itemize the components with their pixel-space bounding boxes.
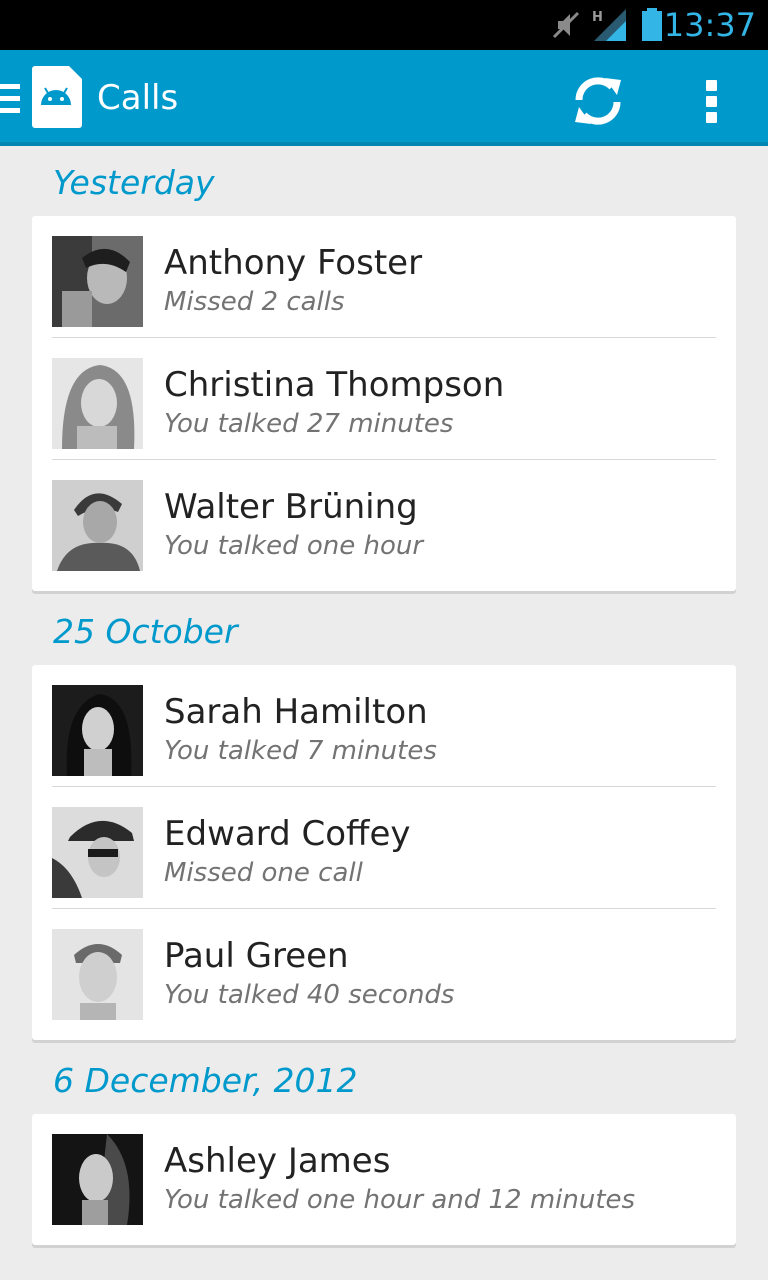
- contact-name: Sarah Hamilton: [164, 692, 428, 732]
- call-detail: You talked 40 seconds: [164, 980, 455, 1010]
- contact-name: Paul Green: [164, 936, 349, 976]
- contact-name: Walter Brüning: [164, 487, 418, 527]
- contact-avatar: [52, 358, 143, 449]
- call-detail: You talked one hour: [164, 531, 424, 561]
- section-header: 6 December, 2012: [53, 1061, 358, 1100]
- call-list-item[interactable]: Walter Brüning You talked one hour: [32, 460, 736, 582]
- contact-name: Edward Coffey: [164, 814, 411, 854]
- call-detail: You talked 27 minutes: [164, 409, 454, 439]
- refresh-icon[interactable]: [571, 74, 625, 128]
- call-list-item[interactable]: Anthony Foster Missed 2 calls: [32, 216, 736, 338]
- contact-name: Anthony Foster: [164, 243, 423, 283]
- contact-name: Christina Thompson: [164, 365, 505, 405]
- contact-name: Ashley James: [164, 1141, 391, 1181]
- call-group-card: Ashley James You talked one hour and 12 …: [32, 1114, 736, 1245]
- call-list-item[interactable]: Paul Green You talked 40 seconds: [32, 909, 736, 1031]
- android-app-icon[interactable]: [32, 66, 82, 128]
- contact-avatar: [52, 236, 143, 327]
- call-list-item[interactable]: Ashley James You talked one hour and 12 …: [32, 1114, 736, 1236]
- contact-avatar: [52, 807, 143, 898]
- call-list-item[interactable]: Edward Coffey Missed one call: [32, 787, 736, 909]
- status-bar: H 13:37: [0, 0, 768, 50]
- call-detail: You talked 7 minutes: [164, 736, 437, 766]
- call-detail: You talked one hour and 12 minutes: [164, 1185, 636, 1215]
- status-time: 13:37: [663, 6, 756, 44]
- mute-icon: [552, 11, 580, 39]
- call-group-card: Anthony Foster Missed 2 calls Christina …: [32, 216, 736, 591]
- signal-icon: H: [592, 9, 626, 41]
- call-group-card: Sarah Hamilton You talked 7 minutes Edwa…: [32, 665, 736, 1040]
- call-detail: Missed 2 calls: [164, 287, 345, 317]
- section-header: Yesterday: [53, 163, 215, 202]
- overflow-menu-icon[interactable]: [690, 74, 734, 128]
- action-bar: Calls: [0, 50, 768, 146]
- call-list-item[interactable]: Sarah Hamilton You talked 7 minutes: [32, 665, 736, 787]
- drawer-icon[interactable]: [0, 84, 20, 120]
- call-list-item[interactable]: Christina Thompson You talked 27 minutes: [32, 338, 736, 460]
- battery-icon: [642, 8, 662, 41]
- contact-avatar: [52, 929, 143, 1020]
- contact-avatar: [52, 480, 143, 571]
- network-type-label: H: [592, 10, 603, 25]
- contact-avatar: [52, 685, 143, 776]
- section-header: 25 October: [53, 612, 238, 651]
- call-detail: Missed one call: [164, 858, 363, 888]
- contact-avatar: [52, 1134, 143, 1225]
- page-title: Calls: [97, 78, 179, 118]
